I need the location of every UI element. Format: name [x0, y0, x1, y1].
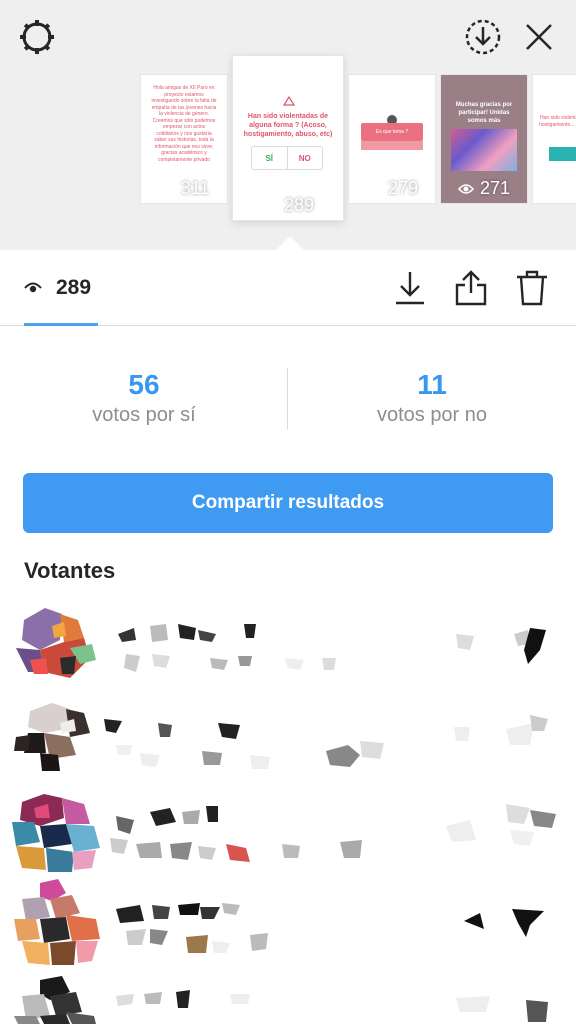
- no-vote-label: votos por no: [376, 404, 488, 426]
- viewer-bar: 289: [0, 250, 576, 326]
- avatar: [14, 976, 96, 1024]
- eye-icon: [365, 183, 382, 194]
- story-views-label: 279: [387, 178, 419, 198]
- selected-story-pointer: [276, 236, 304, 250]
- share-button[interactable]: [451, 268, 491, 308]
- question-sticker-field: [361, 141, 423, 150]
- share-icon: [455, 270, 487, 306]
- follow-button-pixelated[interactable]: [456, 996, 548, 1022]
- download-button[interactable]: [390, 268, 430, 308]
- story-text: Es que tema ?: [375, 129, 409, 135]
- story-thumbnail-4[interactable]: Muchas gracias por participar! Unidas so…: [440, 74, 528, 204]
- story-view-count: 289: [233, 195, 343, 216]
- eye-icon: [24, 282, 42, 293]
- poll-result-yes: 56 votos por sí: [0, 368, 288, 427]
- story-thumbnail-3[interactable]: Es que tema ? 279: [348, 74, 436, 204]
- trash-icon: [517, 270, 547, 306]
- story-poll-sticker: SÍ NO: [251, 146, 323, 170]
- download-circle-icon: [465, 19, 501, 55]
- story-sticker: [549, 147, 576, 161]
- voter-row-1[interactable]: [0, 600, 576, 692]
- voter-row-2[interactable]: [0, 693, 576, 785]
- story-text: Muchas gracias por participar! Unidas so…: [455, 102, 513, 124]
- voter-name-pixelated: [116, 990, 250, 1008]
- voter-name-pixelated: [110, 806, 362, 862]
- story-photo: [451, 129, 517, 171]
- follow-button-pixelated[interactable]: [454, 715, 548, 745]
- voters-heading: Votantes: [24, 558, 116, 583]
- yes-vote-count: 56: [128, 369, 160, 400]
- voter-name-pixelated: [104, 719, 384, 769]
- voter-row-4[interactable]: [0, 879, 576, 971]
- close-icon: [526, 24, 552, 50]
- no-vote-count: 11: [417, 369, 447, 400]
- poll-option-no: NO: [298, 153, 311, 163]
- follow-button-pixelated[interactable]: [464, 909, 544, 937]
- eye-icon: [158, 183, 175, 194]
- poll-icon: [283, 96, 295, 106]
- share-results-button[interactable]: Compartir resultados: [23, 473, 553, 533]
- story-carousel-area: Hola amigas de XII Paro en proyecto esta…: [0, 0, 576, 250]
- viewer-count-label: 289: [56, 276, 92, 299]
- avatar: [14, 879, 100, 965]
- save-story-button[interactable]: [460, 14, 506, 60]
- yes-vote-label: votos por sí: [92, 404, 196, 426]
- voter-name-pixelated: [116, 903, 268, 953]
- avatar: [16, 608, 96, 678]
- story-text: Han sido violentadas de alguna forma ? h…: [539, 115, 576, 128]
- story-thumbnail-1[interactable]: Hola amigas de XII Paro en proyecto esta…: [140, 74, 228, 204]
- poll-results: 56 votos por sí 11 votos por no: [0, 326, 576, 456]
- voter-row-5[interactable]: [0, 972, 576, 1024]
- viewers-tab[interactable]: 289: [24, 276, 91, 300]
- download-icon: [396, 272, 424, 305]
- story-view-count: 271: [441, 178, 527, 199]
- avatar: [14, 703, 90, 771]
- follow-button-pixelated[interactable]: [446, 804, 556, 846]
- gear-icon: [20, 20, 54, 54]
- story-question: Han sido violentadas de alguna forma ? (…: [243, 113, 333, 138]
- story-view-count: 311: [141, 178, 227, 199]
- follow-button-pixelated[interactable]: [456, 628, 546, 664]
- eye-icon: [261, 200, 278, 211]
- poll-option-yes: SÍ: [252, 147, 288, 169]
- question-sticker: Es que tema ?: [361, 123, 423, 141]
- settings-button[interactable]: [14, 14, 60, 60]
- avatar: [12, 794, 100, 872]
- story-views-label: 311: [180, 178, 210, 198]
- story-views-label: 271: [479, 178, 511, 198]
- voter-name-pixelated: [118, 624, 336, 672]
- story-view-count: 279: [349, 178, 435, 199]
- close-button[interactable]: [516, 14, 562, 60]
- story-views-label: 289: [283, 195, 315, 215]
- eye-icon: [457, 183, 474, 194]
- poll-result-no: 11 votos por no: [288, 368, 576, 427]
- story-thumbnail-5[interactable]: Han sido violentadas de alguna forma ? h…: [532, 74, 576, 204]
- voter-row-3[interactable]: [0, 786, 576, 878]
- story-text: Hola amigas de XII Paro en proyecto esta…: [151, 85, 217, 163]
- delete-button[interactable]: [512, 268, 552, 308]
- story-thumbnail-2-selected[interactable]: Han sido violentadas de alguna forma ? (…: [232, 55, 344, 221]
